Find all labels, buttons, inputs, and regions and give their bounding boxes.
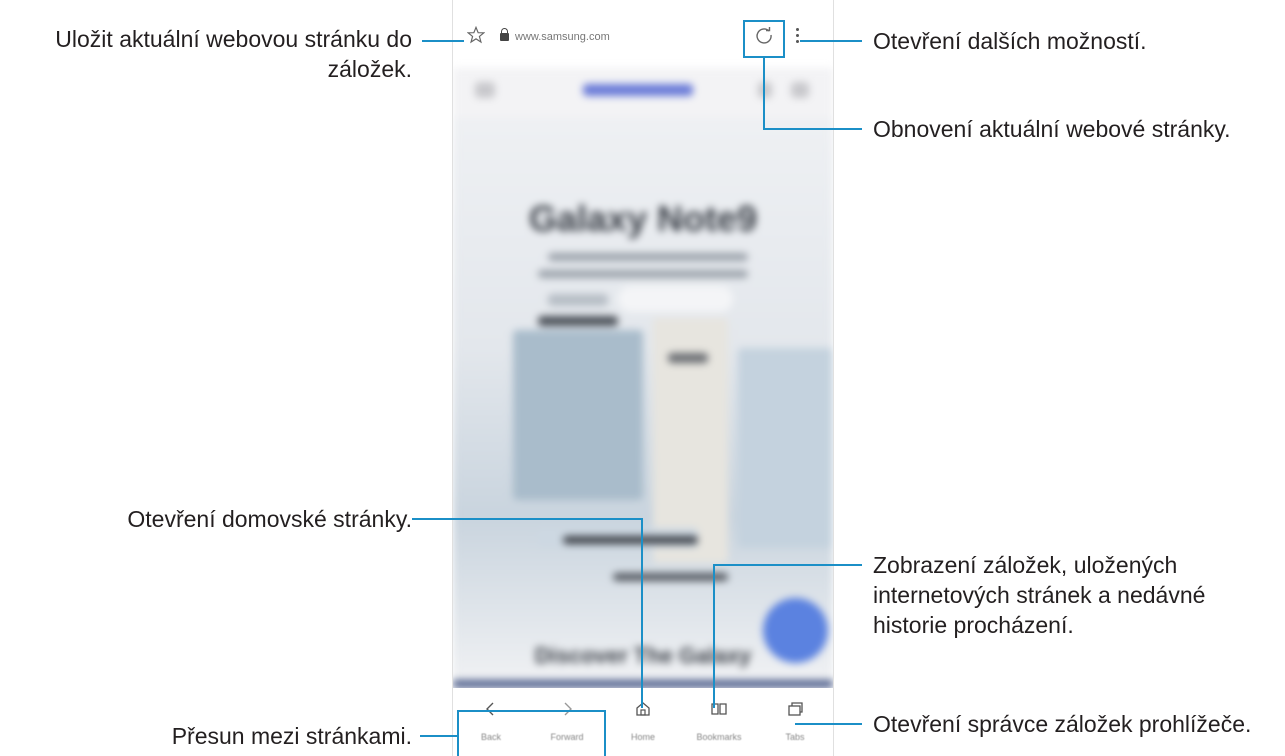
site-heading: Galaxy Note9 <box>528 198 758 239</box>
annotation-home: Otevření domovské stránky. <box>127 506 412 532</box>
annotation-bookmarks: Zobrazení záložek, uložených internetový… <box>873 550 1205 640</box>
url-text[interactable]: www.samsung.com <box>515 31 610 43</box>
home-label: Home <box>630 732 655 742</box>
annotation-bookmark-line2: záložek. <box>327 56 412 82</box>
star-icon[interactable] <box>467 26 485 44</box>
annotation-bookmark: Uložit aktuální webovou stránku do zálož… <box>55 24 412 84</box>
webpage-content: Galaxy Note9 Discover The Galaxy <box>453 68 833 688</box>
home-icon <box>636 702 650 716</box>
bookmarks-label: Bookmarks <box>696 732 742 742</box>
tabs-icon <box>788 702 803 716</box>
site-footer-heading: Discover The Galaxy <box>534 643 752 668</box>
bookmarks-button[interactable]: Bookmarks <box>681 688 757 756</box>
reload-highlight <box>743 20 785 58</box>
lock-icon <box>500 28 509 41</box>
annotation-bookmarks-line1: Zobrazení záložek, uložených <box>873 552 1178 578</box>
site-header <box>453 68 833 118</box>
browser-screen: www.samsung.com Galaxy Note9 Discover Th… <box>452 0 834 756</box>
tabs-button[interactable]: Tabs <box>757 688 833 756</box>
site-hero: Galaxy Note9 Discover The Galaxy <box>453 118 833 688</box>
annotation-refresh: Obnovení aktuální webové stránky. <box>873 116 1231 142</box>
back-forward-highlight <box>457 710 606 756</box>
annotation-more-options: Otevření dalších možností. <box>873 28 1147 54</box>
annotation-navigate: Přesun mezi stránkami. <box>171 723 412 749</box>
annotation-bookmark-line1: Uložit aktuální webovou stránku do <box>55 26 412 52</box>
annotation-tabs: Otevření správce záložek prohlížeče. <box>873 711 1252 737</box>
annotation-bookmarks-line2: internetových stránek a nedávné <box>873 582 1206 608</box>
tabs-label: Tabs <box>785 732 805 742</box>
annotation-bookmarks-line3: historie procházení. <box>873 612 1074 638</box>
home-button[interactable]: Home <box>605 688 681 756</box>
